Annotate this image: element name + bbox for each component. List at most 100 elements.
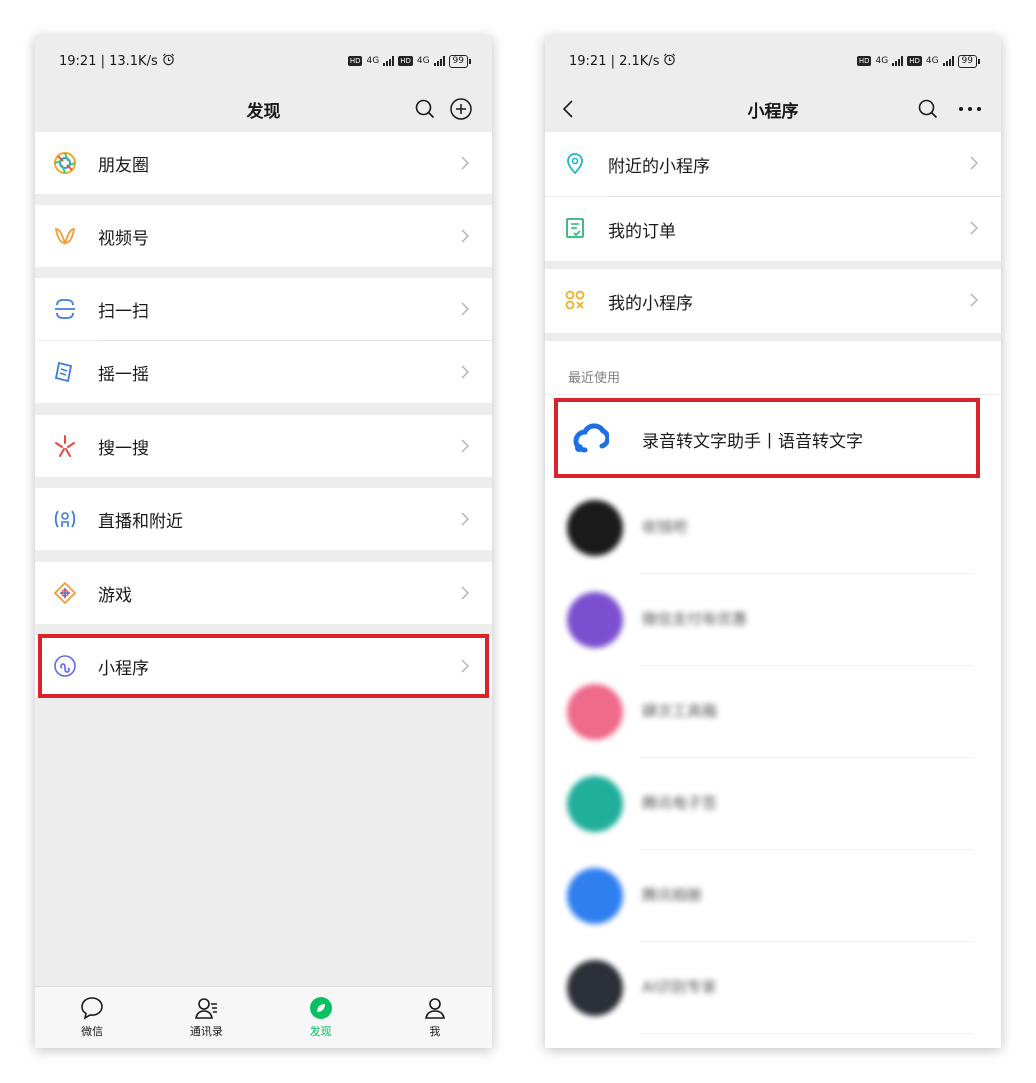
- app-avatar: [567, 500, 623, 556]
- chevron-right-icon: [460, 155, 470, 171]
- menu-item-label: 扫一扫: [98, 301, 149, 322]
- network-type-2: 4G: [925, 56, 939, 66]
- app-avatar: [567, 592, 623, 648]
- page-title: 小程序: [747, 101, 799, 122]
- tab-contacts[interactable]: 通讯录: [149, 987, 263, 1048]
- chevron-right-icon: [969, 155, 979, 171]
- nav-bar: 小程序: [545, 86, 1001, 132]
- search-icon[interactable]: [412, 96, 438, 122]
- status-time: 19:21 | 13.1K/s: [59, 53, 158, 69]
- app-name: 腾讯电子签: [642, 794, 718, 812]
- games-icon: [53, 581, 77, 605]
- tab-me[interactable]: 我: [378, 987, 492, 1048]
- chevron-right-icon: [460, 228, 470, 244]
- menu-item-nearby-miniprograms[interactable]: 附近的小程序: [545, 132, 1001, 196]
- alarm-icon: [663, 53, 676, 70]
- search-feature-icon: [53, 434, 77, 458]
- menu-item-moments[interactable]: 朋友圈: [35, 132, 492, 194]
- app-name: 肆次工具箱: [642, 702, 718, 720]
- chevron-right-icon: [460, 585, 470, 601]
- app-name: 腾讯相册: [642, 886, 703, 904]
- alarm-icon: [162, 53, 175, 70]
- chevron-right-icon: [969, 292, 979, 308]
- network-type: 4G: [366, 56, 380, 66]
- recent-app-row[interactable]: 收钱吧: [545, 482, 1001, 574]
- signal-bars-icon: [942, 56, 954, 66]
- menu-item-games[interactable]: 游戏: [35, 562, 492, 624]
- signal-bars-icon: [433, 56, 445, 66]
- divider: [640, 1033, 973, 1034]
- menu-item-label: 我的小程序: [608, 293, 693, 314]
- chevron-right-icon: [969, 220, 979, 236]
- me-person-icon: [422, 995, 448, 1021]
- location-pin-icon: [563, 151, 587, 175]
- status-time: 19:21 | 2.1K/s: [569, 53, 660, 69]
- divider: [545, 394, 1001, 395]
- search-icon[interactable]: [915, 96, 941, 122]
- network-type: 4G: [875, 56, 889, 66]
- scan-icon: [53, 297, 77, 321]
- menu-item-my-miniprograms[interactable]: 我的小程序: [545, 269, 1001, 333]
- recent-app-row[interactable]: 腾讯电子签: [545, 758, 1001, 850]
- menu-item-my-orders[interactable]: 我的订单: [545, 197, 1001, 261]
- my-miniprogram-icon: [563, 288, 587, 312]
- app-name: 收钱吧: [642, 518, 688, 536]
- recent-app-row[interactable]: AI识别专家: [545, 942, 1001, 1034]
- battery-level: 99: [961, 55, 973, 66]
- discover-screen: 19:21 | 13.1K/s HD 4G HD 4G 99 发现 朋友圈 视频…: [35, 36, 492, 1048]
- menu-item-label: 我的订单: [608, 221, 676, 242]
- moments-icon: [53, 151, 77, 175]
- nav-bar: 发现: [35, 86, 492, 132]
- contacts-icon: [193, 995, 219, 1021]
- menu-item-label: 朋友圈: [98, 155, 149, 176]
- signal-bars-icon: [383, 56, 395, 66]
- chat-bubble-icon: [79, 995, 105, 1021]
- status-bar: 19:21 | 2.1K/s HD 4G HD 4G 99: [545, 36, 1001, 86]
- app-avatar: [567, 776, 623, 832]
- shake-icon: [53, 360, 77, 384]
- recent-app-row[interactable]: 微信支付有优惠: [545, 574, 1001, 666]
- chevron-right-icon: [460, 438, 470, 454]
- menu-item-label: 游戏: [98, 585, 132, 606]
- live-nearby-icon: [53, 507, 77, 531]
- menu-item-shake[interactable]: 摇一摇: [35, 341, 492, 403]
- chevron-right-icon: [460, 511, 470, 527]
- tab-label: 我: [429, 1025, 441, 1038]
- battery-level: 99: [452, 55, 464, 66]
- tab-bar: 微信 通讯录 发现 我: [35, 986, 492, 1048]
- miniprogram-screen: 19:21 | 2.1K/s HD 4G HD 4G 99 小程序 附近的小程序…: [545, 36, 1001, 1048]
- tab-label: 微信: [81, 1025, 104, 1038]
- app-avatar: [567, 684, 623, 740]
- add-circle-icon[interactable]: [448, 96, 474, 122]
- app-avatar: [567, 868, 623, 924]
- recent-app-row[interactable]: 肆次工具箱: [545, 666, 1001, 758]
- menu-item-scan[interactable]: 扫一扫: [35, 278, 492, 340]
- menu-item-channels[interactable]: 视频号: [35, 205, 492, 267]
- tab-chats[interactable]: 微信: [35, 987, 149, 1048]
- back-arrow-icon[interactable]: [555, 96, 581, 122]
- signal-indicators: HD 4G HD 4G 99: [856, 54, 981, 68]
- signal-bars-icon: [892, 56, 904, 66]
- highlight-box: [554, 398, 980, 478]
- menu-item-live-nearby[interactable]: 直播和附近: [35, 488, 492, 550]
- discover-compass-icon: [308, 995, 334, 1021]
- menu-item-search[interactable]: 搜一搜: [35, 415, 492, 477]
- page-title: 发现: [246, 101, 281, 122]
- status-bar: 19:21 | 13.1K/s HD 4G HD 4G 99: [35, 36, 492, 86]
- chevron-right-icon: [460, 301, 470, 317]
- tab-label: 通讯录: [189, 1025, 223, 1038]
- channels-icon: [53, 224, 77, 248]
- menu-item-label: 视频号: [98, 228, 149, 249]
- tab-label: 发现: [309, 1025, 332, 1038]
- recent-app-row[interactable]: 腾讯相册: [545, 850, 1001, 942]
- tab-discover[interactable]: 发现: [264, 987, 378, 1048]
- signal-indicators: HD 4G HD 4G 99: [347, 54, 472, 68]
- menu-item-label: 搜一搜: [98, 438, 149, 459]
- app-name: 微信支付有优惠: [642, 610, 748, 628]
- more-dots-icon[interactable]: [957, 96, 983, 122]
- chevron-right-icon: [460, 364, 470, 380]
- highlight-box: [38, 634, 489, 698]
- order-list-icon: [563, 216, 587, 240]
- menu-item-label: 直播和附近: [98, 511, 183, 532]
- app-avatar: [567, 960, 623, 1016]
